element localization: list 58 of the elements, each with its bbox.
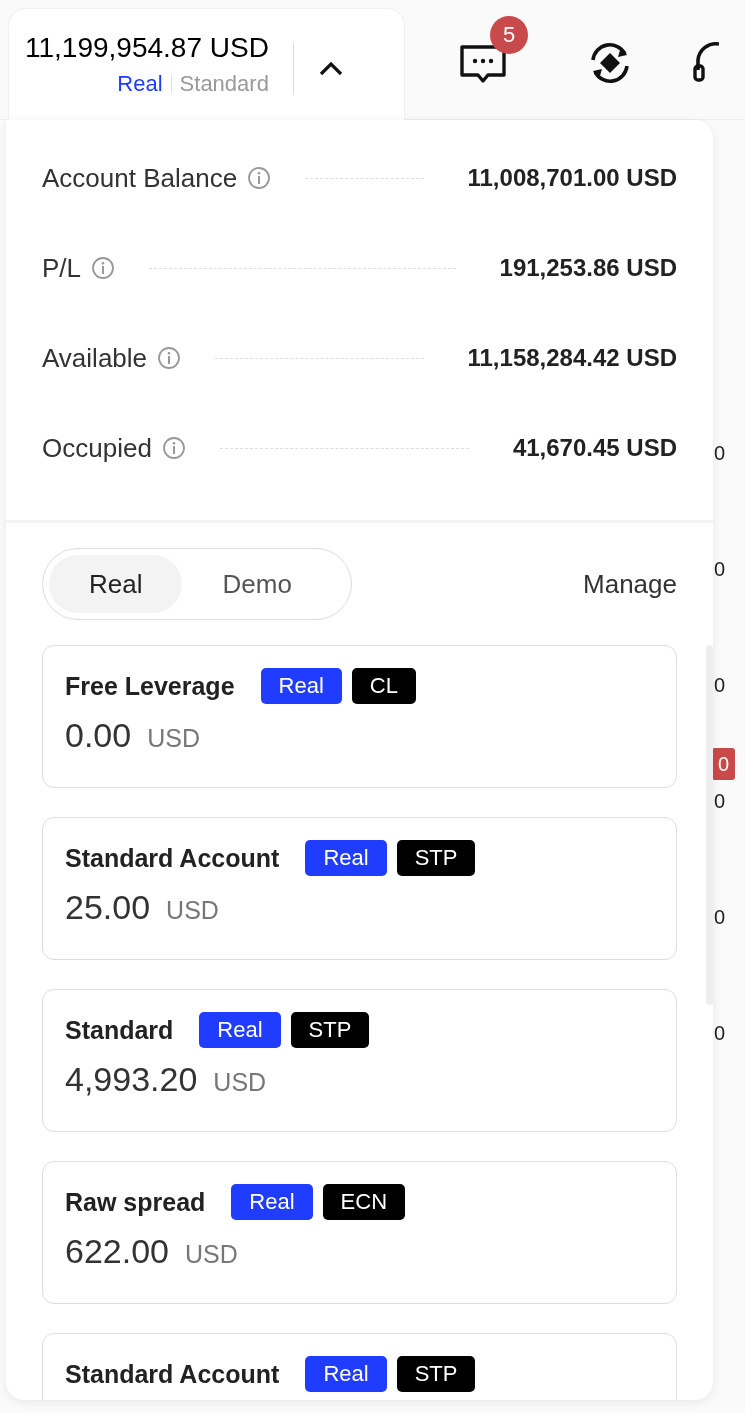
notification-badge: 5 bbox=[490, 16, 528, 54]
account-title: Standard bbox=[65, 1015, 174, 1045]
account-tab[interactable]: Demo bbox=[182, 555, 332, 613]
table-value: 0 bbox=[713, 1021, 725, 1046]
scrollbar[interactable] bbox=[706, 645, 713, 1005]
table-value: 0 bbox=[713, 673, 725, 698]
info-icon[interactable] bbox=[91, 256, 116, 280]
summary-label: Available bbox=[42, 342, 148, 374]
account-tag: Real bbox=[305, 840, 387, 876]
account-title: Free Leverage bbox=[65, 671, 235, 701]
account-tag: ECN bbox=[322, 1184, 406, 1220]
account-card[interactable]: Free Leverage Real CL 0.00 USD bbox=[42, 645, 677, 788]
account-amount: 25.00 bbox=[65, 888, 151, 927]
table-value: 0 bbox=[713, 557, 725, 582]
account-card[interactable]: Standard Account Real STP bbox=[42, 1333, 677, 1400]
table-value: 0 bbox=[713, 905, 725, 930]
manage-link[interactable]: Manage bbox=[583, 568, 677, 600]
account-card[interactable]: Raw spread Real ECN 622.00 USD bbox=[42, 1161, 677, 1304]
table-value: 0 bbox=[713, 789, 725, 814]
summary-label: P/L bbox=[42, 252, 82, 284]
currency-label: USD bbox=[166, 896, 219, 925]
currency-label: USD bbox=[185, 1240, 238, 1269]
account-name: Standard bbox=[179, 71, 269, 97]
info-icon[interactable] bbox=[247, 166, 272, 190]
account-amount: 4,993.20 bbox=[65, 1060, 198, 1099]
summary-value: 11,158,284.42 USD bbox=[467, 344, 677, 372]
account-title: Raw spread bbox=[65, 1187, 206, 1217]
summary-label: Account Balance bbox=[42, 162, 238, 194]
total-balance: 11,199,954.87 USD bbox=[25, 31, 269, 65]
account-tag: Real bbox=[305, 1356, 387, 1392]
summary-value: 11,008,701.00 USD bbox=[467, 164, 677, 192]
summary-value: 191,253.86 USD bbox=[499, 254, 677, 282]
currency-label: USD bbox=[213, 1068, 267, 1097]
account-tag: CL bbox=[351, 668, 416, 704]
account-tag: STP bbox=[396, 840, 476, 876]
account-tab[interactable]: Real bbox=[49, 555, 183, 613]
info-icon[interactable] bbox=[157, 346, 182, 370]
account-tag: STP bbox=[396, 1356, 476, 1392]
account-amount: 622.00 bbox=[65, 1232, 169, 1271]
account-tag: Real bbox=[260, 668, 342, 704]
account-tag: Real bbox=[199, 1012, 281, 1048]
chat-icon bbox=[459, 42, 507, 84]
info-icon[interactable] bbox=[161, 436, 186, 460]
summary-label: Occupied bbox=[42, 432, 152, 464]
chevron-icon bbox=[317, 61, 344, 77]
account-card[interactable]: Standard Account Real STP 25.00 USD bbox=[42, 817, 677, 960]
account-title: Standard Account bbox=[65, 843, 280, 873]
table-value: 0 bbox=[713, 441, 725, 466]
account-type: Real bbox=[117, 71, 163, 97]
account-amount: 0.00 bbox=[65, 716, 132, 755]
summary-value: 41,670.45 USD bbox=[512, 434, 677, 462]
table-value: 0 bbox=[711, 748, 735, 780]
messages-button[interactable] bbox=[459, 42, 507, 84]
currency-label: USD bbox=[147, 724, 200, 753]
account-tag: STP bbox=[290, 1012, 370, 1048]
account-card[interactable]: Standard Real STP 4,993.20 USD bbox=[42, 989, 677, 1132]
account-tag: Real bbox=[231, 1184, 313, 1220]
account-title: Standard Account bbox=[65, 1359, 280, 1389]
